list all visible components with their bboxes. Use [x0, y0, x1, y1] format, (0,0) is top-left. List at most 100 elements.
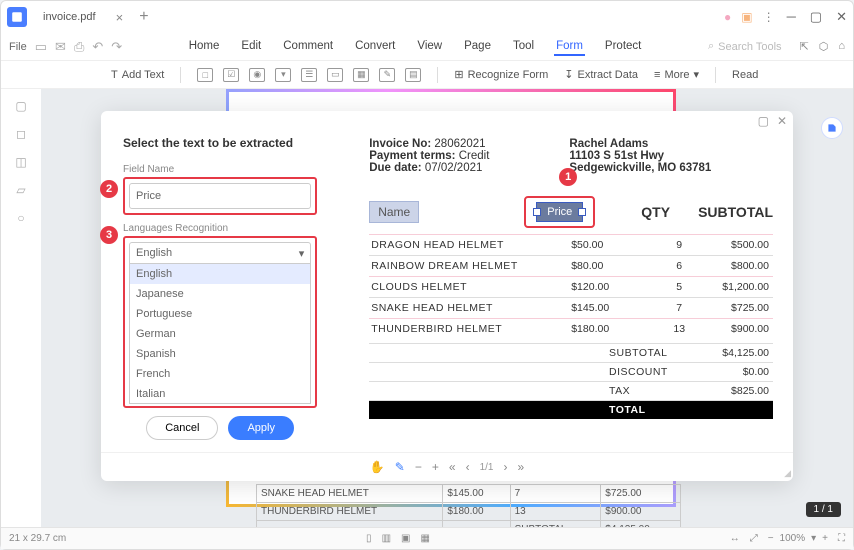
button-icon[interactable]: ▭ [327, 68, 343, 82]
menu-edit[interactable]: Edit [239, 38, 263, 56]
menu-convert[interactable]: Convert [353, 38, 397, 56]
table-row: SNAKE HEAD HELMET$145.007$725.00 [369, 298, 773, 319]
fit-page-icon[interactable]: ⤢ [750, 533, 758, 544]
new-tab-icon[interactable]: + [139, 8, 148, 26]
open-icon[interactable]: ✉ [55, 39, 66, 55]
price-field-box[interactable]: Price [536, 202, 583, 222]
thumbnails-icon[interactable]: ▢ [15, 99, 26, 113]
name-field-box[interactable]: Name [369, 201, 419, 223]
menu-page[interactable]: Page [462, 38, 493, 56]
share-icon[interactable]: ⇱ [800, 40, 809, 53]
pen-icon[interactable]: ✎ [395, 460, 405, 474]
app-window: invoice.pdf × + ● ▣ ⋮ ─ ▢ ✕ File ▭ ✉ ⎙ ↶… [0, 0, 854, 550]
account-icon[interactable]: ▣ [741, 10, 752, 24]
float-badge[interactable] [821, 117, 843, 139]
tab-title: invoice.pdf [43, 11, 96, 23]
undo-icon[interactable]: ↶ [92, 39, 103, 55]
maximize-icon[interactable]: ▢ [810, 9, 822, 25]
page-dim: 21 x 29.7 cm [9, 533, 66, 544]
first-page-icon[interactable]: « [449, 460, 456, 474]
chevron-down-icon: ▾ [694, 68, 700, 81]
search-panel-icon[interactable]: ○ [17, 211, 24, 225]
combo-icon[interactable]: ▾ [275, 68, 291, 82]
table-row: RAINBOW DREAM HELMET$80.006$800.00 [369, 256, 773, 277]
last-page-icon[interactable]: » [517, 460, 524, 474]
modal-restore-icon[interactable]: ▢ [758, 114, 769, 128]
lang-option[interactable]: Portuguese [130, 304, 310, 324]
redo-icon[interactable]: ↷ [111, 39, 122, 55]
lang-list[interactable]: English Japanese Portuguese German Spani… [129, 264, 311, 404]
lang-option[interactable]: German [130, 324, 310, 344]
hand-icon[interactable]: ✋ [370, 460, 385, 474]
add-text-btn[interactable]: T Add Text [111, 69, 164, 81]
extract-data-btn[interactable]: ↧ Extract Data [564, 68, 638, 81]
lang-select[interactable]: English ▾ [129, 242, 311, 264]
minimize-icon[interactable]: ─ [787, 9, 796, 25]
search-tools[interactable]: ⌕ Search Tools [708, 40, 782, 53]
zoom-in-icon[interactable]: + [822, 533, 828, 544]
zoom-out-icon[interactable]: − [415, 460, 422, 474]
lang-option[interactable]: French [130, 364, 310, 384]
tab-close-icon[interactable]: × [116, 10, 124, 25]
next-page-icon[interactable]: › [503, 460, 507, 474]
recognize-form-btn[interactable]: ⊞ Recognize Form [454, 68, 548, 81]
menu-home[interactable]: Home [187, 38, 222, 56]
lang-option[interactable]: English [130, 264, 310, 284]
apply-button[interactable]: Apply [228, 416, 294, 440]
read-btn[interactable]: Read [732, 69, 758, 81]
view-two-icon[interactable]: ▣ [401, 533, 410, 544]
menu-protect[interactable]: Protect [603, 38, 643, 56]
fit-width-icon[interactable]: ↔ [730, 533, 740, 544]
menu-tool[interactable]: Tool [511, 38, 536, 56]
more-btn[interactable]: ≡ More ▾ [654, 68, 699, 81]
panel-title: Select the text to be extracted [123, 136, 317, 150]
resize-grip-icon[interactable]: ◢ [784, 468, 791, 479]
date-icon[interactable]: ▤ [405, 68, 421, 82]
bookmark-icon[interactable]: ◻ [16, 127, 26, 141]
price-highlight: Price [524, 196, 595, 228]
cancel-button[interactable]: Cancel [146, 416, 218, 440]
lang-option[interactable]: Spanish [130, 344, 310, 364]
modal-close-icon[interactable]: ✕ [777, 114, 787, 128]
title-right-icons: ● ▣ ⋮ [724, 10, 775, 24]
file-menu[interactable]: File [9, 41, 27, 53]
attach-icon[interactable]: ◫ [15, 155, 26, 169]
notify-icon[interactable]: ● [724, 10, 731, 24]
print-icon[interactable]: ⎙ [74, 39, 84, 55]
layers-icon[interactable]: ▱ [16, 183, 25, 197]
menu-form[interactable]: Form [554, 38, 585, 56]
field-name-label: Field Name [123, 164, 317, 175]
menu-view[interactable]: View [415, 38, 444, 56]
save-icon[interactable]: ▭ [35, 39, 47, 55]
menu-comment[interactable]: Comment [281, 38, 335, 56]
sign-icon[interactable]: ✎ [379, 68, 395, 82]
prev-page-icon[interactable]: ‹ [466, 460, 470, 474]
modal-pager: ✋ ✎ − + « ‹ 1 /1 › » [101, 452, 793, 481]
field-name-input[interactable] [129, 183, 311, 209]
view-two-cont-icon[interactable]: ▦ [420, 533, 429, 544]
image-icon[interactable]: ▦ [353, 68, 369, 82]
lang-option[interactable]: Italian [130, 384, 310, 404]
field-name-highlight [123, 177, 317, 215]
close-icon[interactable]: ✕ [836, 9, 847, 25]
cloud-icon[interactable]: ⬡ [819, 40, 829, 53]
more-icon: ≡ [654, 69, 660, 81]
view-cont-icon[interactable]: ▥ [382, 533, 391, 544]
menu-dots-icon[interactable]: ⋮ [763, 10, 775, 24]
radio-icon[interactable]: ◉ [249, 68, 265, 82]
table-row: THUNDERBIRD HELMET$180.0013$900.00 [257, 503, 681, 521]
list-icon[interactable]: ☰ [301, 68, 317, 82]
zoom-in-icon[interactable]: + [432, 460, 439, 474]
chevron-down-icon[interactable]: ▾ [811, 533, 816, 544]
search-icon: ⌕ [708, 40, 714, 53]
textfield-icon[interactable]: □ [197, 68, 213, 82]
view-single-icon[interactable]: ▯ [366, 533, 372, 544]
checkbox-icon[interactable]: ☑ [223, 68, 239, 82]
home-icon[interactable]: ⌂ [838, 40, 845, 53]
fullscreen-icon[interactable]: ⛶ [838, 533, 845, 544]
extract-icon: ↧ [564, 68, 573, 81]
zoom-out-icon[interactable]: − [768, 533, 774, 544]
lang-option[interactable]: Japanese [130, 284, 310, 304]
qty-header: QTY [641, 204, 670, 220]
document-tab[interactable]: invoice.pdf × [33, 6, 133, 29]
